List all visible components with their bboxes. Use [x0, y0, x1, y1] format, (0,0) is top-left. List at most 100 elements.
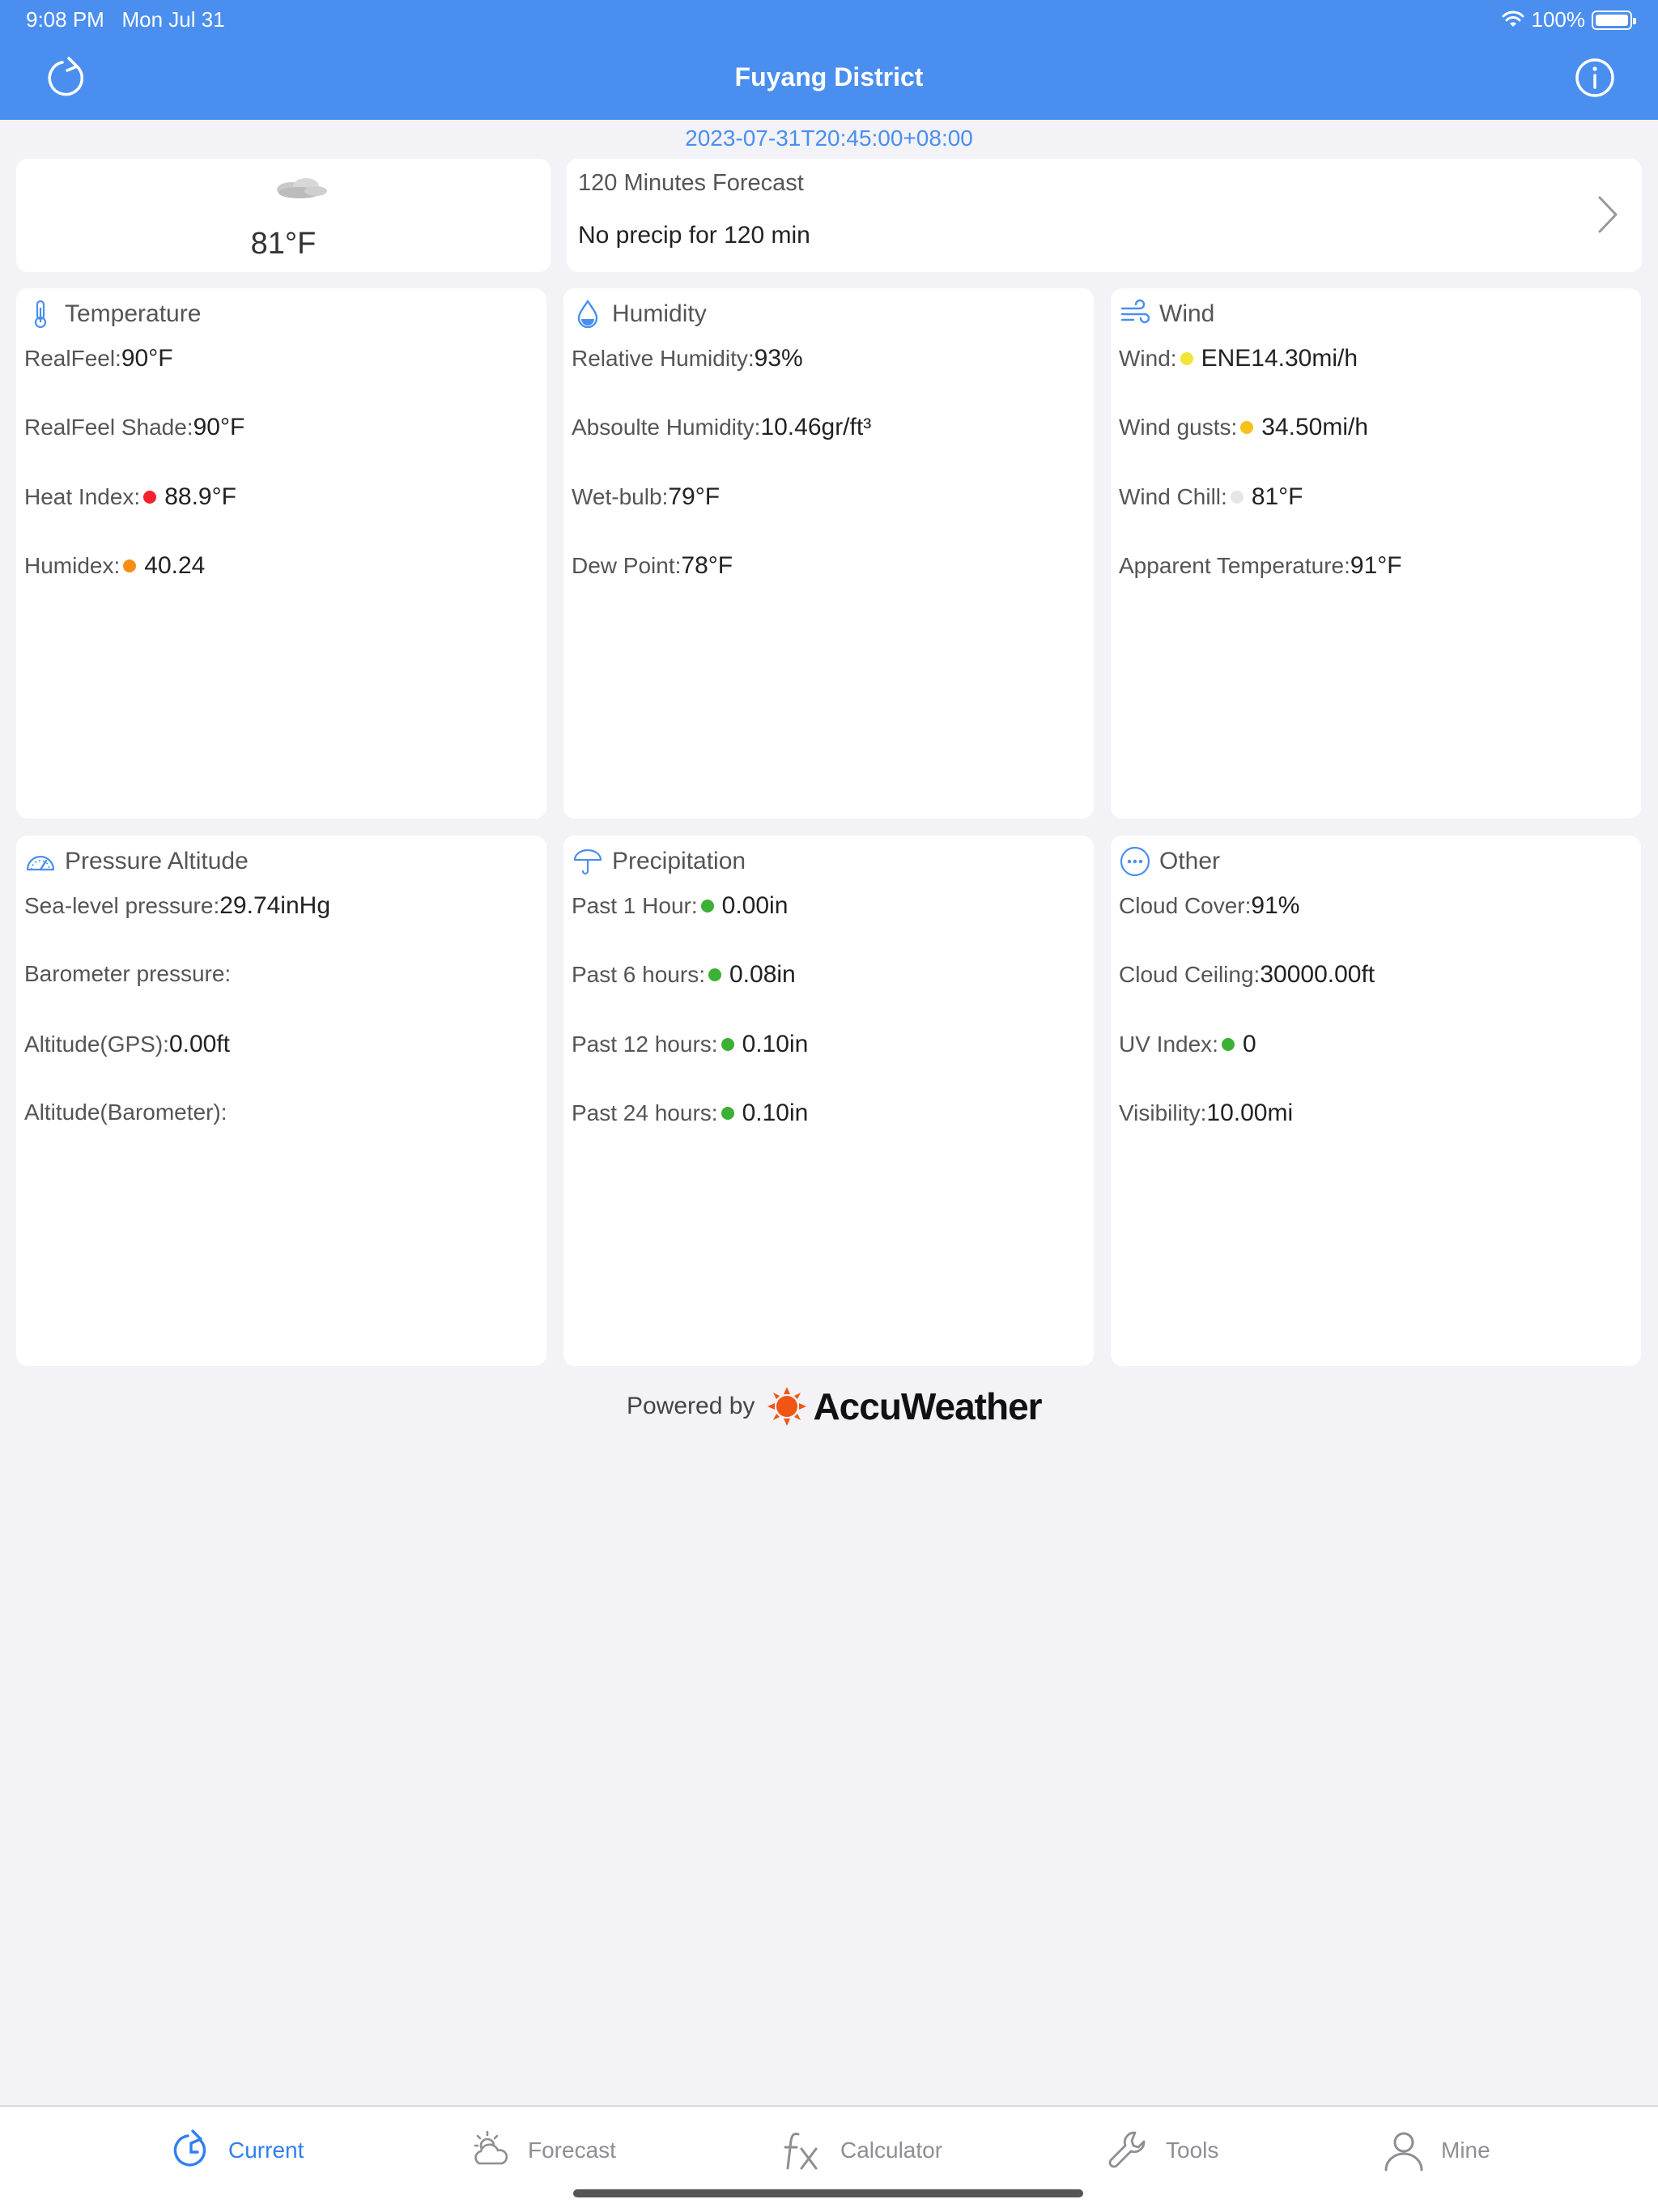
- metric-row: RealFeel Shade: 90°F: [24, 414, 244, 441]
- metric-row: Humidex: 40.24: [24, 552, 205, 580]
- metric-label: Past 1 Hour:: [572, 893, 698, 918]
- fx-icon: [784, 2133, 818, 2170]
- panel-title: Pressure Altitude: [65, 848, 249, 874]
- metric-label: UV Index:: [1119, 1032, 1218, 1057]
- metric-row: Absoulte Humidity: 10.46gr/ft³: [572, 414, 871, 441]
- metric-value: 30000.00ft: [1260, 961, 1375, 988]
- metric-value: 0.00ft: [168, 1031, 231, 1057]
- metric-row: Visibility: 10.00mi: [1119, 1100, 1293, 1127]
- tab-forecast[interactable]: Forecast: [468, 2128, 616, 2173]
- metric-value: 10.00mi: [1206, 1100, 1294, 1126]
- metric-value: 88.9°F: [164, 483, 236, 510]
- panel-header: Precipitation: [572, 845, 746, 878]
- panel-title: Precipitation: [612, 848, 746, 874]
- other-panel: Other Cloud Cover: 91% Cloud Ceiling: 30000…: [1111, 836, 1641, 1366]
- current-conditions-card: 81°F: [16, 159, 551, 272]
- umbrella-icon: [573, 849, 602, 875]
- status-dot: [1240, 421, 1254, 434]
- precipitation-panel: Precipitation Past 1 Hour: 0.00in Past 6 h…: [563, 836, 1094, 1366]
- metric-label: Wet-bulb:: [572, 484, 669, 509]
- metric-value: 0.10in: [742, 1100, 809, 1126]
- panel-header: Wind: [1119, 298, 1214, 330]
- metric-value: 0.08in: [729, 961, 796, 988]
- metric-value: 91%: [1251, 892, 1300, 919]
- wind-panel: Wind Wind: ENE14.30mi/h Wind gusts: 34.50mi…: [1111, 288, 1641, 819]
- metric-value: 0.00in: [721, 892, 789, 919]
- tab-label: Forecast: [528, 2138, 616, 2163]
- metric-value: 91°F: [1350, 552, 1402, 579]
- metric-row: Relative Humidity: 93%: [572, 345, 803, 372]
- more-icon: [1120, 846, 1150, 877]
- wrench-icon: [1108, 2131, 1146, 2168]
- status-dot: [1230, 491, 1244, 504]
- status-dot: [1180, 352, 1193, 365]
- status-indicators: 100%: [1501, 7, 1636, 32]
- metric-row: Past 6 hours: 0.08in: [572, 961, 796, 989]
- status-time: 9:08 PM Mon Jul 31: [26, 7, 225, 32]
- metric-row: RealFeel: 90°F: [24, 345, 173, 372]
- metric-row: Past 24 hours: 0.10in: [572, 1100, 808, 1127]
- status-dot: [721, 1107, 734, 1120]
- tab-mine[interactable]: Mine: [1381, 2128, 1490, 2173]
- metric-label: Barometer pressure:: [24, 961, 232, 986]
- info-icon[interactable]: [1572, 55, 1618, 100]
- status-dot: [721, 1038, 734, 1051]
- metric-label: RealFeel Shade:: [24, 415, 193, 440]
- minute-forecast-summary: No precip for 120 min: [578, 222, 810, 249]
- metric-value: 0: [1242, 1031, 1256, 1057]
- metric-label: Past 24 hours:: [572, 1100, 718, 1125]
- metric-row: Wind: ENE14.30mi/h: [1119, 345, 1358, 372]
- thermometer-icon: [34, 300, 47, 329]
- metric-row: Sea-level pressure: 29.74inHg: [24, 892, 330, 920]
- panel-title: Wind: [1159, 300, 1215, 327]
- battery-icon: [1592, 10, 1636, 30]
- metric-row: UV Index: 0: [1119, 1031, 1256, 1058]
- home-indicator[interactable]: [573, 2189, 1083, 2197]
- metric-label: Visibility:: [1119, 1100, 1207, 1125]
- metric-value: 90°F: [121, 345, 173, 372]
- panel-header: Pressure Altitude: [24, 845, 249, 878]
- metric-label: Humidex:: [24, 553, 121, 578]
- metric-value: 10.46gr/ft³: [760, 414, 872, 440]
- metric-row: Wind Chill: 81°F: [1119, 483, 1303, 511]
- metric-row: Dew Point: 78°F: [572, 552, 733, 580]
- metric-label: Past 6 hours:: [572, 962, 705, 987]
- metric-value: 29.74inHg: [219, 892, 331, 919]
- metric-row: Heat Index: 88.9°F: [24, 483, 236, 511]
- wind-icon: [1120, 299, 1150, 324]
- metric-label: Sea-level pressure:: [24, 893, 220, 918]
- nav-header: 9:08 PM Mon Jul 31 100% Fuyang District: [0, 0, 1658, 120]
- panel-header: Other: [1119, 845, 1220, 878]
- cloudy-icon: [277, 178, 327, 198]
- status-bar: 9:08 PM Mon Jul 31 100%: [0, 0, 1658, 39]
- metric-row: Wet-bulb: 79°F: [572, 483, 720, 511]
- metric-value: 90°F: [193, 414, 245, 440]
- metric-row: Past 12 hours: 0.10in: [572, 1031, 808, 1058]
- metric-row: Barometer pressure:: [24, 961, 231, 987]
- metric-value: 0.10in: [742, 1031, 809, 1057]
- metric-label: Cloud Cover:: [1119, 893, 1252, 918]
- chevron-right-icon: [1598, 196, 1618, 233]
- status-date: Mon Jul 31: [121, 7, 225, 32]
- metric-label: Cloud Ceiling:: [1119, 962, 1261, 987]
- metric-label: Wind gusts:: [1119, 415, 1238, 440]
- tab-label: Mine: [1441, 2138, 1490, 2163]
- metric-value: 93%: [754, 345, 803, 372]
- minute-forecast-card[interactable]: 120 Minutes Forecast No precip for 120 m…: [567, 159, 1642, 272]
- status-dot: [143, 491, 157, 504]
- metric-value: 79°F: [668, 483, 721, 510]
- metric-label: Relative Humidity:: [572, 346, 755, 371]
- tab-calculator[interactable]: Calculator: [780, 2128, 942, 2173]
- tab-current[interactable]: Current: [168, 2128, 304, 2173]
- status-dot: [700, 900, 714, 912]
- tab-tools[interactable]: Tools: [1106, 2128, 1218, 2173]
- panel-title: Temperature: [65, 300, 202, 327]
- metric-label: Dew Point:: [572, 553, 682, 578]
- metric-value: ENE14.30mi/h: [1201, 345, 1358, 372]
- metric-row: Cloud Cover: 91%: [1119, 892, 1299, 920]
- page-title: Fuyang District: [734, 62, 924, 91]
- accuweather-logo-icon: [767, 1387, 807, 1426]
- panel-header: Temperature: [24, 298, 201, 330]
- panel-header: Humidity: [572, 298, 707, 330]
- status-dot: [123, 559, 137, 572]
